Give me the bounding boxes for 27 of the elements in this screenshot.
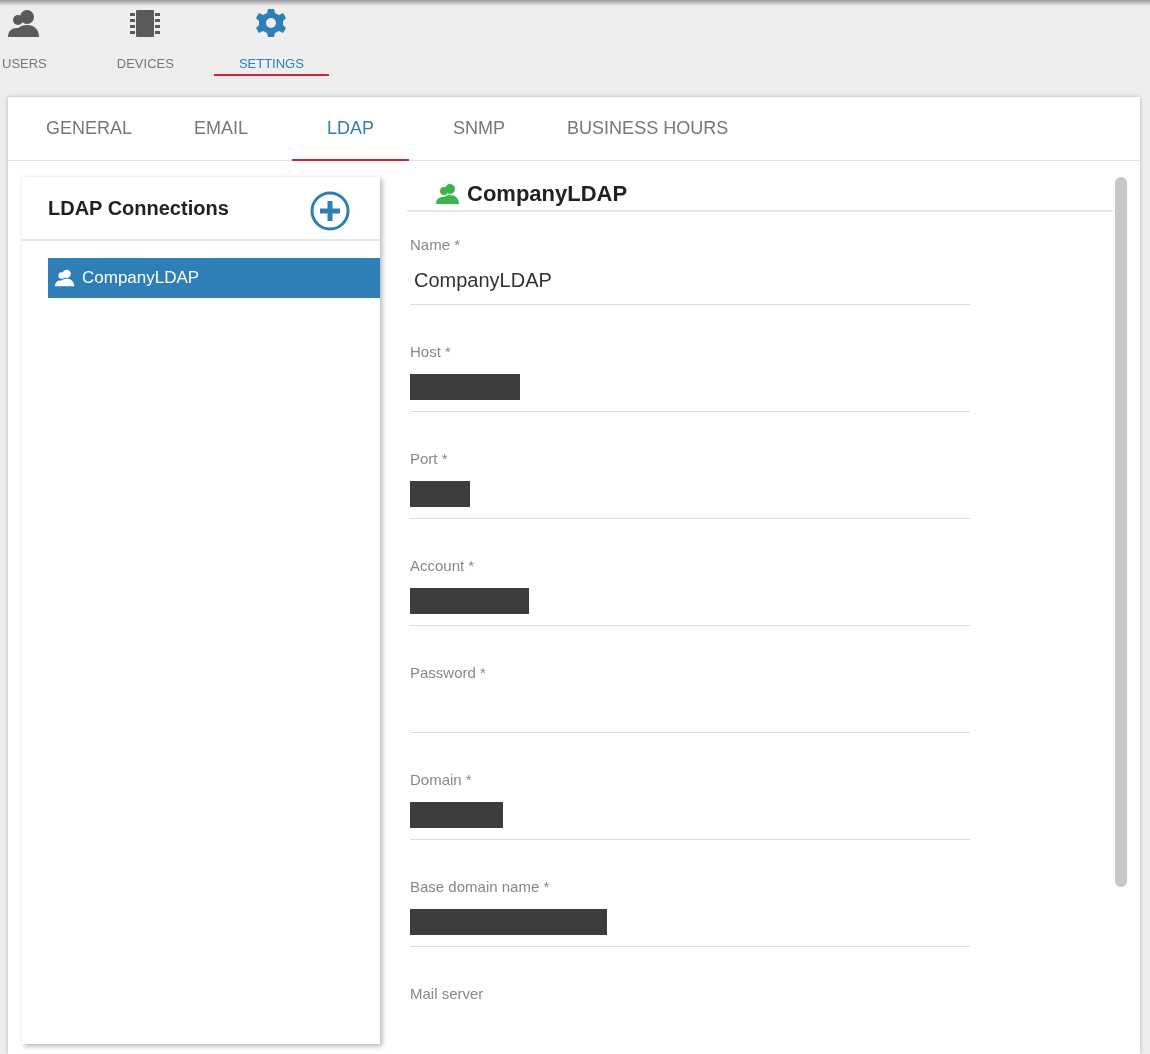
tab[interactable]: SNMP	[435, 97, 524, 161]
field-label: Base domain name *	[410, 877, 550, 897]
panel-title: LDAP Connections	[48, 196, 229, 221]
field-label: Port *	[410, 449, 448, 469]
tab[interactable]: GENERAL	[28, 97, 151, 161]
connection-item[interactable]: CompanyLDAP	[48, 258, 380, 298]
nav-tab[interactable]: SETTINGS	[213, 6, 329, 76]
field-label: Domain *	[410, 770, 472, 790]
settings-icon	[254, 8, 289, 38]
input-field[interactable]: CompanyLDAP	[410, 256, 970, 305]
add-icon[interactable]	[310, 191, 350, 231]
field-label: Password *	[410, 663, 486, 683]
nav-tab[interactable]: USERS	[2, 6, 47, 76]
users-icon	[54, 268, 76, 288]
nav-tab[interactable]: DEVICES	[116, 6, 174, 76]
chip-icon	[128, 8, 163, 38]
tab[interactable]: BUSINESS HOURS	[549, 97, 747, 161]
users-icon	[435, 181, 461, 206]
field-label: Host *	[410, 342, 451, 362]
field-label: Mail server	[410, 984, 484, 1004]
tab[interactable]: LDAP	[292, 97, 410, 161]
scrollbar[interactable]	[1115, 177, 1127, 887]
field-label: Account *	[410, 556, 475, 576]
users-icon	[7, 8, 42, 38]
field-label: Name *	[410, 235, 461, 255]
tab[interactable]: EMAIL	[176, 97, 267, 161]
connection-title: CompanyLDAP	[467, 180, 628, 208]
